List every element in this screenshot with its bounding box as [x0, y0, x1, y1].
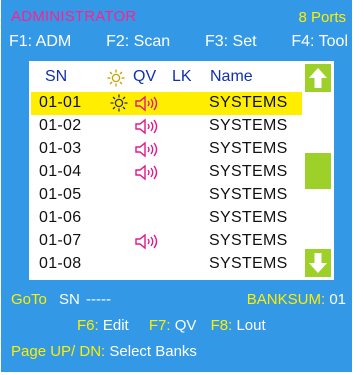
row-sn: 01-05 — [39, 186, 82, 203]
mode-title: ADMINISTRATOR — [11, 8, 137, 25]
arrow-down-icon — [309, 253, 327, 273]
col-header-sn: SN — [45, 68, 68, 85]
page-nav-hint: Page UP/ DN: Select Banks — [11, 343, 197, 360]
f7-qv-label[interactable]: QV — [175, 317, 197, 334]
row-name: SYSTEMS — [209, 163, 288, 180]
server-row[interactable]: 01-07 SYSTEMS — [31, 230, 317, 253]
col-header-qv: QV — [133, 68, 157, 85]
banksum-value: 01 — [329, 291, 346, 308]
row-sn: 01-06 — [39, 209, 82, 226]
server-row[interactable]: 01-03 SYSTEMS — [31, 138, 317, 161]
server-row[interactable]: 01-04 SYSTEMS — [31, 161, 317, 184]
f3-set-key[interactable]: F3: Set — [205, 33, 257, 51]
row-name: SYSTEMS — [209, 186, 288, 203]
function-key-bar: F1: ADM F2: Scan F3: Set F4: Tool — [9, 33, 348, 51]
col-header-lk: LK — [172, 68, 192, 85]
volume-icon — [135, 118, 158, 135]
scroll-down-button[interactable] — [305, 249, 331, 277]
scroll-thumb[interactable] — [305, 153, 331, 189]
row-sn: 01-04 — [39, 163, 82, 180]
f1-adm-key[interactable]: F1: ADM — [9, 33, 71, 51]
goto-label[interactable]: GoTo — [11, 291, 47, 308]
f4-tool-key[interactable]: F4: Tool — [291, 33, 348, 51]
row-sn: 01-01 — [39, 94, 82, 111]
ports-count: 8 Ports — [298, 9, 346, 26]
col-header-name: Name — [210, 68, 253, 85]
server-row[interactable]: 01-08 SYSTEMS — [31, 253, 317, 276]
f6-key[interactable]: F6: — [77, 317, 99, 334]
f8-lout-label[interactable]: Lout — [236, 317, 265, 334]
volume-icon — [135, 233, 158, 250]
footer-fkeys: F6: Edit F7: QV F8: Lout — [77, 317, 266, 334]
server-row[interactable]: 01-06 SYSTEMS — [31, 207, 317, 230]
sn-value[interactable]: ----- — [86, 291, 111, 308]
volume-icon — [135, 95, 158, 112]
sun-icon — [107, 69, 125, 87]
server-row[interactable]: 01-01 SYSTEMS — [31, 92, 317, 115]
row-name: SYSTEMS — [209, 94, 288, 111]
banksum: BANKSUM: 01 — [247, 291, 346, 308]
banksum-label: BANKSUM: — [246, 291, 326, 308]
row-name: SYSTEMS — [209, 255, 288, 272]
volume-icon — [135, 141, 158, 158]
f7-key[interactable]: F7: — [149, 317, 171, 334]
arrow-up-icon — [309, 68, 327, 88]
server-row[interactable]: 01-05 SYSTEMS — [31, 184, 317, 207]
page-updn-key[interactable]: Page UP/ DN: — [11, 343, 105, 360]
scroll-up-button[interactable] — [305, 64, 331, 92]
select-banks-label: Select Banks — [109, 343, 197, 360]
f2-scan-key[interactable]: F2: Scan — [106, 33, 170, 51]
server-list-panel: SN QV LK Name 01-01 SYSTEMS 01-02 SYSTEMS 01… — [29, 61, 333, 280]
osd-window: ADMINISTRATOR 8 Ports F1: ADM F2: Scan F… — [1, 0, 352, 372]
f8-key[interactable]: F8: — [211, 317, 233, 334]
goto-row: GoTo SN ----- — [11, 291, 111, 308]
sn-label: SN — [59, 291, 80, 308]
row-sn: 01-02 — [39, 117, 82, 134]
f6-edit-label[interactable]: Edit — [103, 317, 129, 334]
row-sn: 01-03 — [39, 140, 82, 157]
scrollbar[interactable] — [302, 61, 334, 280]
server-row[interactable]: 01-02 SYSTEMS — [31, 115, 317, 138]
volume-icon — [135, 164, 158, 181]
row-name: SYSTEMS — [209, 117, 288, 134]
row-name: SYSTEMS — [209, 140, 288, 157]
row-name: SYSTEMS — [209, 209, 288, 226]
row-sn: 01-07 — [39, 232, 82, 249]
row-name: SYSTEMS — [209, 232, 288, 249]
sun-icon — [110, 94, 128, 112]
row-sn: 01-08 — [39, 255, 82, 272]
